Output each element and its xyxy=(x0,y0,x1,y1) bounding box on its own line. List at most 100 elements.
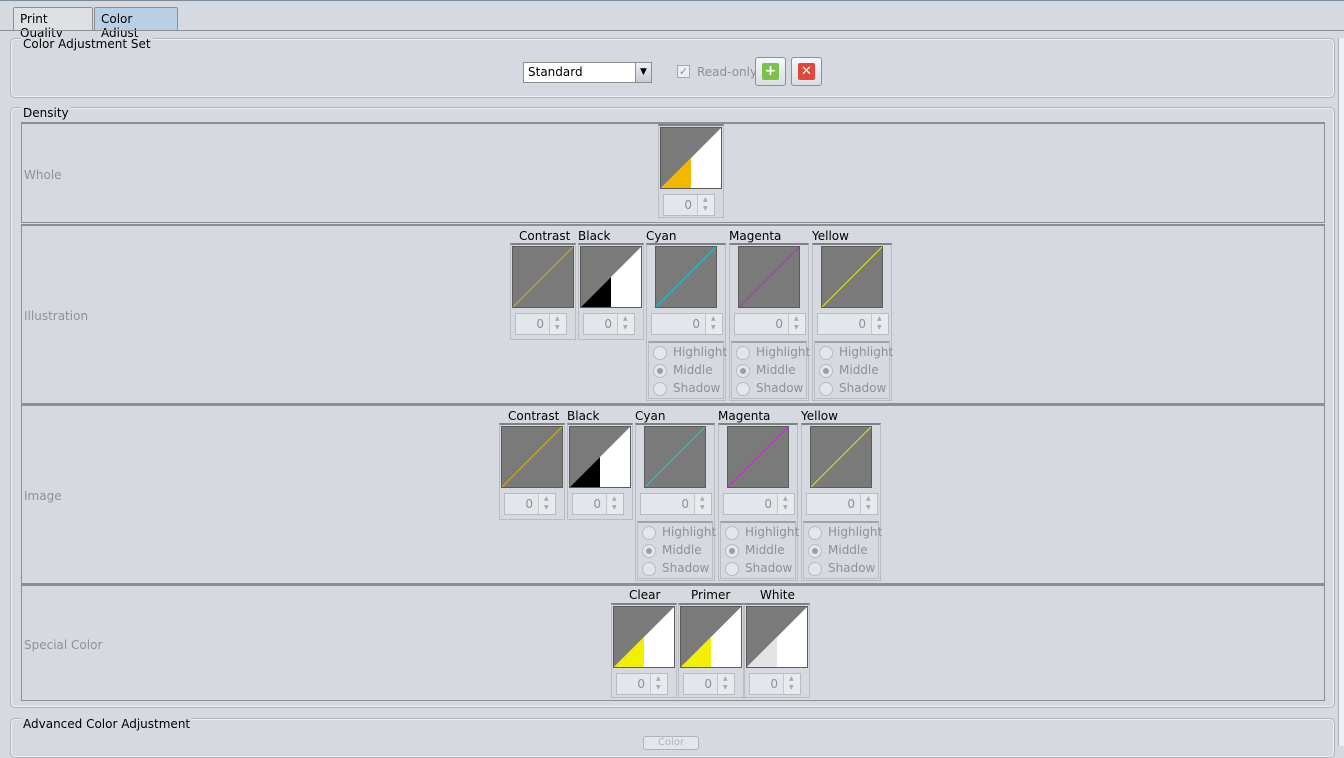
highlight-radio[interactable]: Highlight xyxy=(653,345,727,361)
highlight-radio[interactable]: Highlight xyxy=(725,525,799,541)
advanced-color-button[interactable]: Color xyxy=(643,736,699,750)
highlight-radio[interactable]: Highlight xyxy=(642,525,716,541)
scrollbar[interactable] xyxy=(1338,38,1344,746)
image-magenta-curve[interactable] xyxy=(727,426,789,488)
spinner-arrows[interactable] xyxy=(788,314,805,334)
illustration-magenta-curve[interactable] xyxy=(738,246,800,308)
spinner-value: 0 xyxy=(593,497,601,511)
image-magenta-spinner[interactable]: 0 xyxy=(723,493,795,515)
color-adjustment-set-legend: Color Adjustment Set xyxy=(21,37,153,51)
special-primer-frame: 0 xyxy=(678,603,744,698)
image-yellow-frame: 0 Highlight Middle Shadow xyxy=(801,423,882,581)
illustration-cyan-tone-group: Highlight Middle Shadow xyxy=(648,341,727,399)
add-set-button[interactable]: + xyxy=(755,57,786,86)
illustration-yellow-curve[interactable] xyxy=(821,246,883,308)
shadow-radio[interactable]: Shadow xyxy=(725,561,792,577)
shadow-radio[interactable]: Shadow xyxy=(642,561,709,577)
special-clear-curve[interactable] xyxy=(613,606,675,668)
special-primer-caption: Primer xyxy=(691,588,731,602)
illustration-yellow-tone-group: Highlight Middle Shadow xyxy=(814,341,893,399)
spinner-arrows[interactable] xyxy=(650,674,667,694)
special-white-spinner[interactable]: 0 xyxy=(749,673,801,695)
shadow-radio[interactable]: Shadow xyxy=(819,381,886,397)
shadow-radio[interactable]: Shadow xyxy=(653,381,720,397)
spinner-arrows[interactable] xyxy=(606,494,623,514)
spinner-arrows[interactable] xyxy=(538,494,555,514)
highlight-radio[interactable]: Highlight xyxy=(736,345,810,361)
illustration-black-curve[interactable] xyxy=(580,246,642,308)
spinner-arrows[interactable] xyxy=(697,195,714,215)
special-primer-spinner[interactable]: 0 xyxy=(683,673,735,695)
row-label-image: Image xyxy=(24,489,62,503)
illustration-yellow-frame: 0 Highlight Middle Shadow xyxy=(812,243,893,401)
spinner-value: 0 xyxy=(684,198,692,212)
chevron-down-icon[interactable]: ▼ xyxy=(635,63,651,82)
spinner-arrows[interactable] xyxy=(777,494,794,514)
image-contrast-spinner[interactable]: 0 xyxy=(504,493,556,515)
illustration-cyan-caption: Cyan xyxy=(646,229,677,243)
image-yellow-spinner[interactable]: 0 xyxy=(806,493,878,515)
spinner-arrows[interactable] xyxy=(860,494,877,514)
middle-radio[interactable]: Middle xyxy=(819,363,879,379)
highlight-radio[interactable]: Highlight xyxy=(808,525,882,541)
illustration-cyan-spinner[interactable]: 0 xyxy=(651,313,723,335)
shadow-radio[interactable]: Shadow xyxy=(808,561,875,577)
middle-radio[interactable]: Middle xyxy=(642,543,702,559)
spinner-arrows[interactable] xyxy=(694,494,711,514)
image-cyan-curve[interactable] xyxy=(644,426,706,488)
delete-set-button[interactable]: ✕ xyxy=(791,57,822,86)
spinner-arrows[interactable] xyxy=(549,314,566,334)
special-white-curve[interactable] xyxy=(746,606,808,668)
illustration-cyan-curve[interactable] xyxy=(655,246,717,308)
illustration-contrast-spinner[interactable]: 0 xyxy=(515,313,567,335)
advanced-color-button-label: Color xyxy=(657,737,685,748)
image-contrast-caption: Contrast xyxy=(508,409,560,423)
illustration-yellow-spinner[interactable]: 0 xyxy=(817,313,889,335)
middle-radio[interactable]: Middle xyxy=(725,543,785,559)
illustration-black-spinner[interactable]: 0 xyxy=(583,313,635,335)
highlight-radio[interactable]: Highlight xyxy=(819,345,893,361)
spinner-arrows[interactable] xyxy=(717,674,734,694)
whole-spinner[interactable]: 0 xyxy=(663,194,715,216)
tab-label: Color Adjust xyxy=(101,12,139,40)
image-cyan-spinner[interactable]: 0 xyxy=(640,493,712,515)
advanced-color-adjustment-legend: Advanced Color Adjustment xyxy=(21,717,193,731)
tab-color-adjust[interactable]: Color Adjust xyxy=(94,7,178,40)
image-yellow-caption: Yellow xyxy=(801,409,838,423)
shadow-radio[interactable]: Shadow xyxy=(736,381,803,397)
spinner-arrows[interactable] xyxy=(705,314,722,334)
image-black-frame: 0 xyxy=(567,423,633,520)
illustration-black-frame: 0 xyxy=(578,243,644,340)
image-contrast-curve[interactable] xyxy=(501,426,563,488)
illustration-contrast-frame: 0 xyxy=(510,243,576,340)
spinner-arrows[interactable] xyxy=(783,674,800,694)
illustration-magenta-frame: 0 Highlight Middle Shadow xyxy=(729,243,810,401)
special-clear-frame: 0 xyxy=(611,603,677,698)
illustration-magenta-spinner[interactable]: 0 xyxy=(734,313,806,335)
middle-radio[interactable]: Middle xyxy=(653,363,713,379)
image-black-curve[interactable] xyxy=(569,426,631,488)
special-clear-spinner[interactable]: 0 xyxy=(616,673,668,695)
spinner-value: 0 xyxy=(775,317,783,331)
spinner-value: 0 xyxy=(764,497,772,511)
adjustment-set-select[interactable]: Standard ▼ xyxy=(523,62,652,83)
whole-curve[interactable] xyxy=(660,127,722,189)
row-label-illustration: Illustration xyxy=(24,309,89,323)
illustration-contrast-caption: Contrast xyxy=(519,229,571,243)
spinner-arrows[interactable] xyxy=(871,314,888,334)
spinner-value: 0 xyxy=(525,497,533,511)
image-black-spinner[interactable]: 0 xyxy=(572,493,624,515)
plus-icon: + xyxy=(762,63,779,80)
readonly-checkbox[interactable]: ✓ xyxy=(677,65,690,78)
middle-radio[interactable]: Middle xyxy=(808,543,868,559)
tab-print-quality[interactable]: Print Quality xyxy=(13,7,93,40)
readonly-label: Read-only xyxy=(697,65,758,79)
spinner-arrows[interactable] xyxy=(617,314,634,334)
middle-radio[interactable]: Middle xyxy=(736,363,796,379)
illustration-magenta-caption: Magenta xyxy=(729,229,782,243)
illustration-contrast-curve[interactable] xyxy=(512,246,574,308)
image-yellow-curve[interactable] xyxy=(810,426,872,488)
density-legend: Density xyxy=(21,106,71,120)
spinner-value: 0 xyxy=(536,317,544,331)
special-primer-curve[interactable] xyxy=(680,606,742,668)
